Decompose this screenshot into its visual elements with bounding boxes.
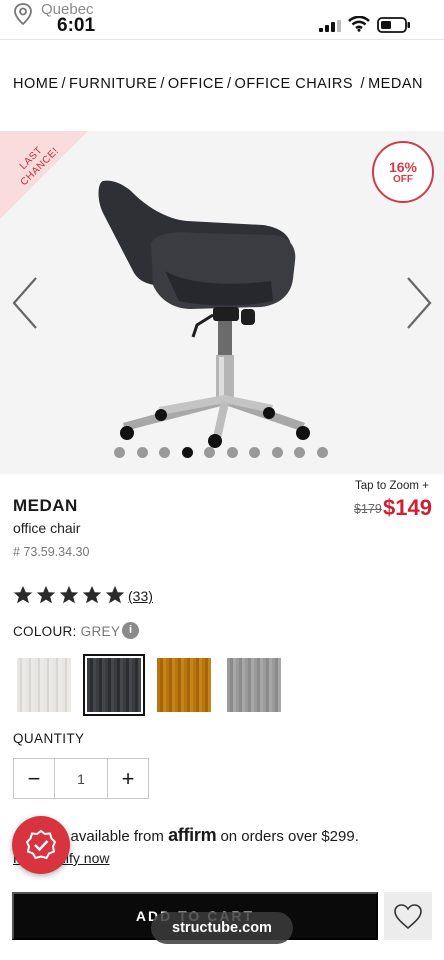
pagination-dot[interactable]	[204, 447, 215, 458]
swatch-grey-fill	[87, 658, 141, 712]
quantity-label: QUANTITY	[13, 731, 85, 746]
previous-image-arrow-icon[interactable]	[10, 275, 40, 331]
discount-off: OFF	[393, 173, 413, 185]
swatch-light-grey[interactable]	[223, 654, 285, 716]
star-icon	[82, 585, 102, 604]
star-icon	[59, 585, 79, 604]
swatch-grey-selected[interactable]	[83, 654, 145, 716]
product-subtitle: office chair	[13, 520, 81, 536]
rewards-button[interactable]	[12, 816, 70, 874]
breadcrumb-current: MEDAN	[368, 76, 423, 92]
breadcrumb-office[interactable]: OFFICE	[168, 76, 224, 92]
pagination-dot-active[interactable]	[181, 447, 193, 458]
breadcrumb-furniture[interactable]: FURNITURE	[69, 76, 157, 92]
star-icon	[105, 585, 125, 604]
wifi-icon	[348, 16, 370, 32]
discount-badge: 16% OFF	[372, 141, 434, 203]
status-bar: Quebec 6:01	[0, 0, 444, 40]
breadcrumb-separator: /	[61, 76, 67, 92]
colour-swatches	[13, 654, 285, 716]
colour-label-text: COLOUR:	[13, 624, 77, 639]
quantity-input[interactable]: 1	[54, 759, 108, 798]
badge-check-icon	[25, 829, 57, 860]
signal-icon	[319, 20, 341, 32]
colour-value: GREY	[80, 624, 121, 639]
reviews-count-link[interactable]: (33)	[128, 588, 153, 604]
wishlist-button[interactable]	[384, 892, 432, 940]
swatch-orange[interactable]	[153, 654, 215, 716]
swatch-white[interactable]	[13, 654, 75, 716]
pagination-dot[interactable]	[271, 447, 283, 458]
financing-text-start: g available from	[58, 828, 164, 845]
product-title: MEDAN	[13, 496, 78, 515]
swatch-white-fill	[17, 658, 71, 712]
affirm-logo: affirm	[168, 825, 217, 845]
star-icon	[36, 585, 56, 604]
original-price: $179	[354, 502, 382, 516]
image-pagination	[114, 447, 328, 459]
breadcrumb-home[interactable]: HOME	[13, 76, 59, 92]
quantity-decrease-button[interactable]: −	[14, 759, 54, 798]
pagination-dot[interactable]	[136, 447, 148, 458]
tap-to-zoom[interactable]: Tap to Zoom +	[355, 480, 429, 492]
heart-icon	[394, 903, 422, 929]
info-icon[interactable]: i	[122, 622, 139, 639]
browser-url-pill[interactable]: structube.com	[151, 912, 293, 944]
breadcrumb: HOME / FURNITURE / OFFICE / OFFICE CHAIRS / MED…	[13, 76, 423, 92]
breadcrumb-separator: /	[227, 76, 232, 92]
pagination-dot[interactable]	[316, 447, 328, 458]
swatch-light-grey-fill	[227, 658, 281, 712]
status-divider	[0, 39, 444, 40]
discount-percent: 16%	[388, 158, 418, 175]
product-image[interactable]	[95, 175, 325, 455]
star-icon	[13, 585, 33, 604]
clock: 6:01	[57, 15, 96, 36]
breadcrumb-office-chairs[interactable]: OFFICE CHAIRS	[235, 76, 353, 92]
breadcrumb-separator: /	[356, 76, 366, 92]
financing-text: g available from affirm on orders over $…	[58, 825, 359, 846]
next-image-arrow-icon[interactable]	[404, 275, 434, 331]
pagination-dot[interactable]	[114, 447, 125, 458]
pagination-dot[interactable]	[294, 447, 305, 458]
rating-stars[interactable]	[12, 584, 126, 606]
quantity-stepper: − 1 +	[13, 758, 149, 799]
colour-label: COLOUR: GREY	[13, 624, 120, 639]
breadcrumb-separator: /	[160, 76, 165, 92]
product-sku: # 73.59.34.30	[13, 545, 90, 559]
location-icon	[14, 3, 32, 26]
financing-text-end: on orders over $299.	[220, 828, 359, 845]
swatch-orange-fill	[157, 658, 211, 712]
product-gallery[interactable]: LAST CHANCE! 16% OFF	[0, 131, 444, 474]
pagination-dot[interactable]	[159, 447, 170, 458]
quantity-increase-button[interactable]: +	[108, 759, 148, 798]
pagination-dot[interactable]	[226, 447, 238, 458]
pagination-dot[interactable]	[249, 447, 260, 458]
sale-price: $149	[383, 495, 432, 520]
battery-icon	[377, 17, 410, 33]
